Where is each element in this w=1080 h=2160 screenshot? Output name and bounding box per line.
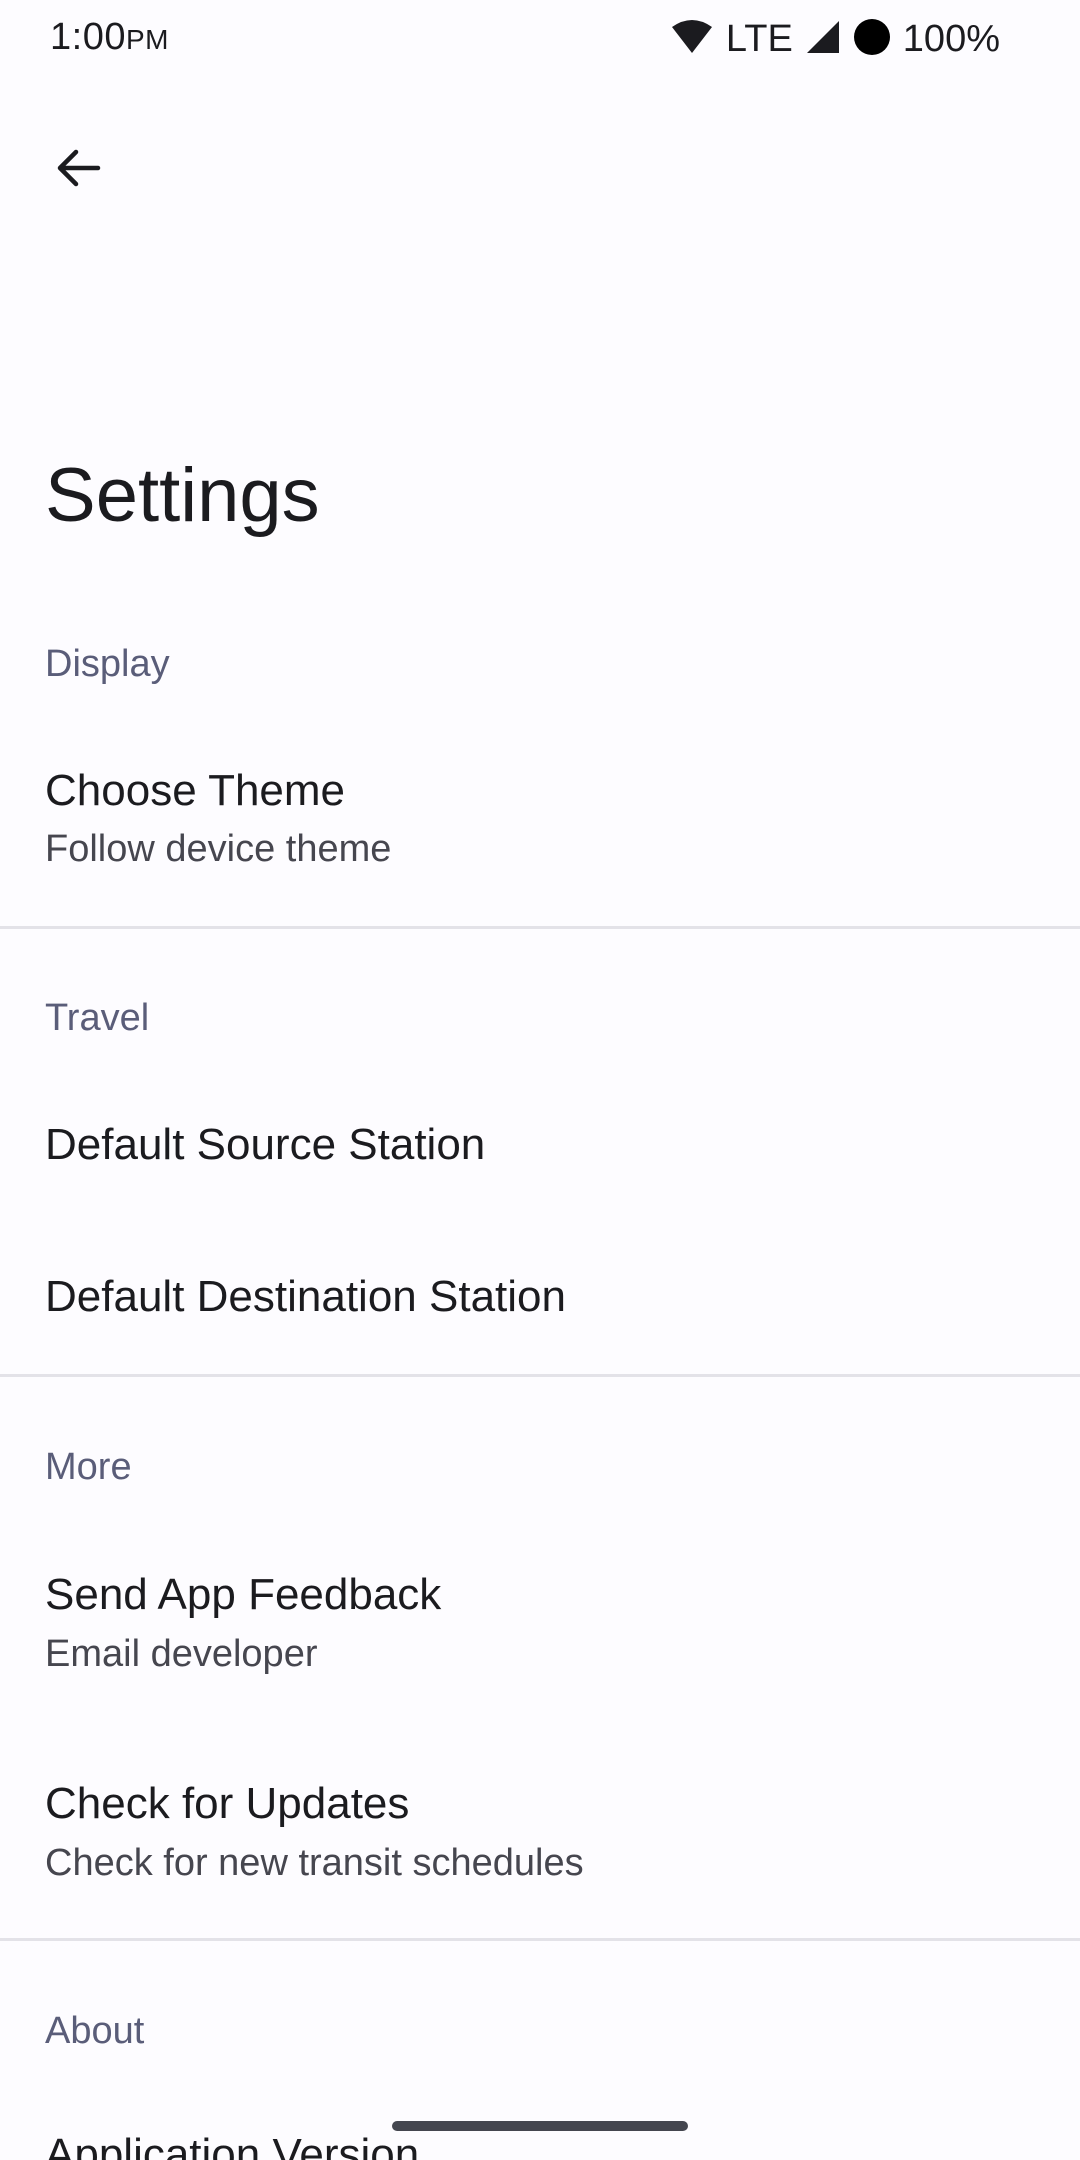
back-button[interactable] [40, 130, 116, 206]
divider [0, 926, 1080, 929]
pref-summary: Follow device theme [45, 828, 392, 870]
pref-title: Choose Theme [45, 766, 346, 815]
section-header-about: About [45, 2010, 145, 2052]
arrow-back-icon [57, 149, 101, 187]
status-time-value: 1:00 [50, 16, 126, 58]
pref-check-for-updates[interactable]: Check for Updates Check for new transit … [0, 1740, 1080, 1935]
section-header-display: Display [45, 643, 170, 685]
battery-percent: 100% [902, 17, 1000, 60]
status-time: 1:00PM [50, 16, 169, 59]
page-title: Settings [45, 453, 320, 538]
pref-summary: Email developer [45, 1633, 318, 1675]
pref-default-destination-station[interactable]: Default Destination Station [0, 1222, 1080, 1372]
pref-summary: Check for new transit schedules [45, 1842, 584, 1884]
section-header-travel: Travel [45, 997, 150, 1039]
pref-title: Default Destination Station [45, 1272, 566, 1321]
status-time-ampm: PM [125, 24, 169, 55]
wifi-icon [670, 19, 714, 60]
status-bar: 1:00PM LTE 100% [0, 0, 1080, 80]
pref-title: Default Source Station [45, 1120, 486, 1169]
status-icons: LTE 100% [670, 14, 1000, 64]
divider [0, 1938, 1080, 1941]
pref-title: Check for Updates [45, 1779, 410, 1828]
pref-choose-theme[interactable]: Choose Theme Follow device theme [0, 740, 1080, 925]
section-header-more: More [45, 1446, 132, 1488]
pref-title: Send App Feedback [45, 1570, 442, 1619]
battery-icon [853, 18, 891, 61]
pref-send-app-feedback[interactable]: Send App Feedback Email developer [0, 1540, 1080, 1730]
network-type: LTE [725, 17, 793, 60]
divider [0, 1374, 1080, 1377]
cell-signal-icon [805, 19, 841, 60]
pref-default-source-station[interactable]: Default Source Station [0, 1070, 1080, 1220]
pref-title: Application Version [45, 2130, 420, 2160]
settings-screen: 1:00PM LTE 100% Settings Display Choose … [0, 0, 1080, 2160]
gesture-nav-handle[interactable] [392, 2121, 688, 2131]
